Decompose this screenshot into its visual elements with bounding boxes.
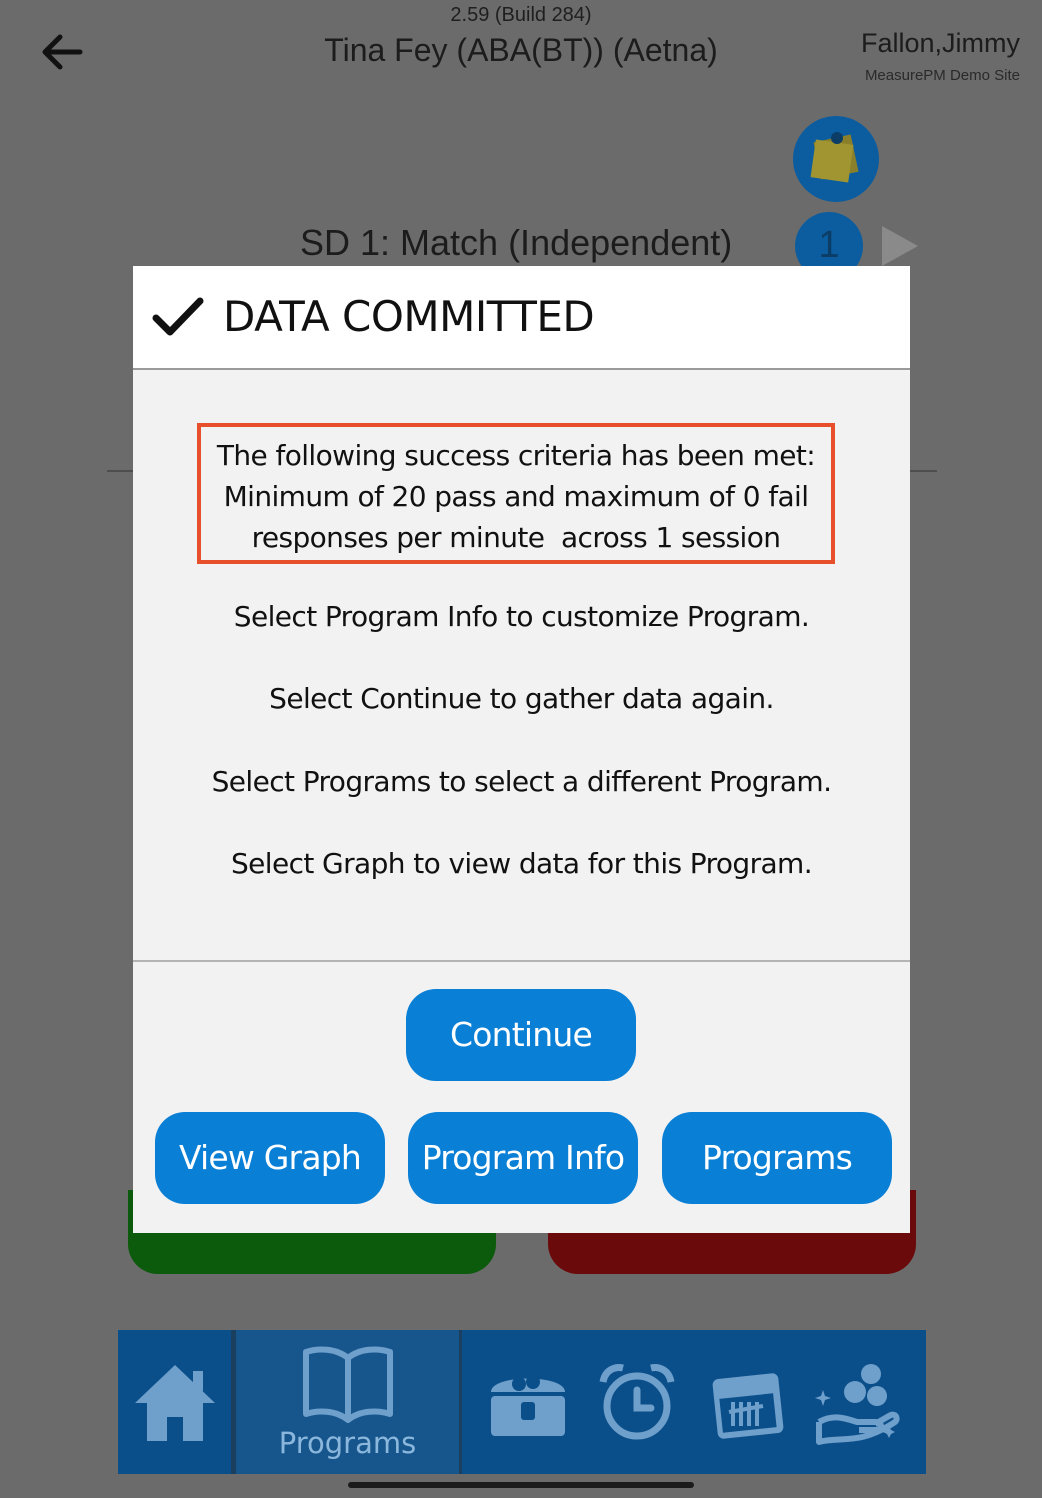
alarm-clock-icon[interactable]: [595, 1360, 679, 1444]
nav-home[interactable]: [118, 1330, 234, 1474]
sd-label: SD 1: Match (Independent): [300, 222, 733, 263]
site-name: MeasurePM Demo Site: [864, 67, 1020, 84]
instruction-programs: Select Programs to select a different Pr…: [211, 765, 832, 798]
programs-button[interactable]: Programs: [662, 1112, 892, 1204]
view-graph-button[interactable]: View Graph: [155, 1112, 385, 1204]
calendar-icon[interactable]: [701, 1362, 787, 1442]
instruction-graph: Select Graph to view data for this Progr…: [230, 847, 813, 880]
dialog-header: DATA COMMITTED: [133, 266, 910, 370]
checkmark-icon: [152, 297, 204, 336]
nav-tools: [462, 1330, 926, 1474]
coins-hand-icon[interactable]: [809, 1356, 905, 1448]
home-indicator[interactable]: [348, 1482, 694, 1488]
bottom-nav: Programs: [118, 1330, 926, 1474]
criteria-line: The following success criteria has been …: [216, 439, 816, 472]
home-icon: [134, 1365, 215, 1441]
nav-programs[interactable]: Programs: [234, 1330, 462, 1474]
user-name: Fallon,Jimmy: [860, 28, 1020, 58]
continue-button[interactable]: Continue: [406, 989, 636, 1081]
next-arrow-icon[interactable]: [882, 226, 918, 266]
criteria-line: Minimum of 20 pass and maximum of 0 fail: [223, 480, 809, 513]
book-icon: [302, 1346, 393, 1423]
treasure-chest-icon[interactable]: [483, 1362, 573, 1442]
instruction-program-info: Select Program Info to customize Program…: [233, 600, 810, 633]
dialog-title: DATA COMMITTED: [223, 292, 595, 341]
version-label: 2.59 (Build 284): [450, 4, 592, 26]
nav-programs-label: Programs: [278, 1426, 417, 1460]
program-info-button[interactable]: Program Info: [408, 1112, 638, 1204]
sticky-notes-icon: [810, 132, 859, 183]
success-criteria-text: The following success criteria has been …: [201, 435, 831, 558]
criteria-line: responses per minute across 1 session: [251, 521, 781, 554]
notes-button[interactable]: [793, 116, 879, 202]
data-committed-dialog: DATA COMMITTED The following success cri…: [133, 266, 910, 1233]
trial-count: 1: [818, 224, 840, 266]
dialog-divider: [133, 960, 910, 962]
success-criteria-box: The following success criteria has been …: [197, 423, 835, 564]
instruction-continue: Select Continue to gather data again.: [269, 682, 774, 715]
